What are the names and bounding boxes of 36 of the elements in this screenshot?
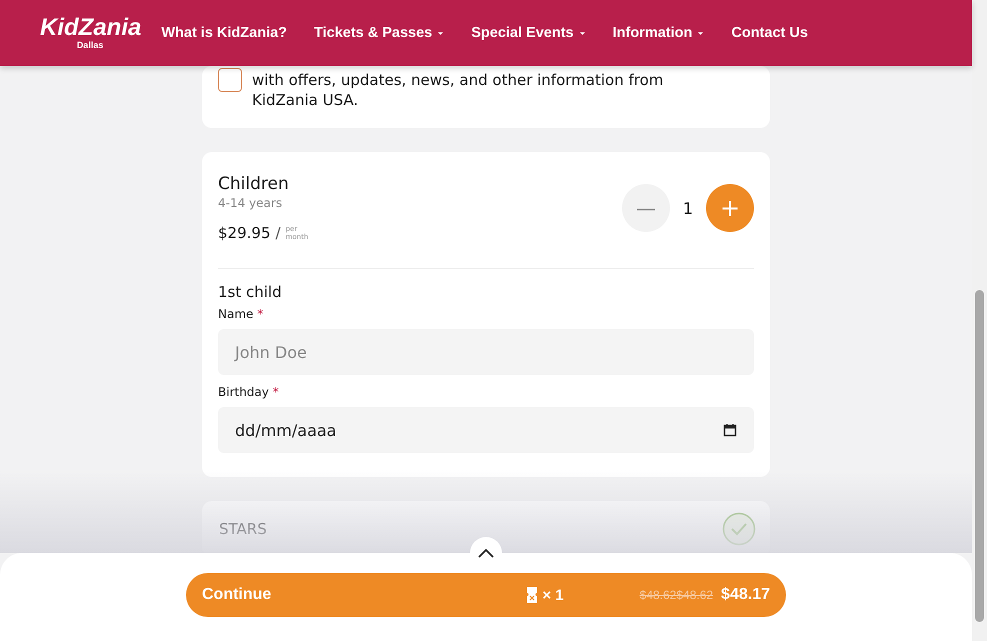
required-mark: * xyxy=(257,307,264,321)
decrease-button[interactable]: — xyxy=(622,184,670,232)
text-field[interactable]: John Doe xyxy=(218,329,754,375)
required-mark: * xyxy=(272,385,279,399)
price-separator: / xyxy=(276,224,281,242)
checkbox[interactable] xyxy=(218,68,242,92)
ticket-icon xyxy=(527,587,538,603)
nav-link[interactable]: Information xyxy=(612,25,704,41)
continue-label: Continue xyxy=(202,586,272,604)
original-price: $48.62$48.62 xyxy=(640,588,714,602)
child-heading: 1st child xyxy=(218,283,283,301)
logo[interactable]: KidZania xyxy=(40,16,142,40)
caret-icon xyxy=(578,30,586,36)
date-field[interactable]: dd/mm/aaaa xyxy=(218,407,754,453)
field-placeholder: John Doe xyxy=(235,342,307,362)
stars-label: STARS xyxy=(219,520,267,538)
total-price: $48.17 xyxy=(721,586,770,604)
caret-icon xyxy=(437,30,444,36)
nav-link[interactable]: What is KidZania? xyxy=(161,25,288,41)
field-label: Birthday xyxy=(218,385,269,399)
ticket-count: × 1 xyxy=(542,586,564,604)
age-range: 4-14 years xyxy=(218,196,284,210)
scrollbar-thumb[interactable] xyxy=(975,290,984,622)
nav-link[interactable]: Contact Us xyxy=(731,25,808,41)
quantity: 1 xyxy=(682,198,694,218)
price: $29.95 xyxy=(218,224,270,242)
nav-link[interactable]: Tickets & Passes xyxy=(314,25,444,41)
nav-link[interactable]: Special Events xyxy=(471,25,586,41)
ticket-title: Children xyxy=(218,174,290,194)
caret-icon xyxy=(697,30,704,36)
date-placeholder: dd/mm/aaaa xyxy=(235,420,336,440)
calendar-icon[interactable] xyxy=(723,423,737,437)
logo-subtitle: Dallas xyxy=(76,40,104,50)
field-label: Name xyxy=(218,307,254,321)
chevron-up-icon xyxy=(478,548,494,558)
consent-text: with offers, updates, news, and other information from KidZania USA. xyxy=(252,70,664,110)
